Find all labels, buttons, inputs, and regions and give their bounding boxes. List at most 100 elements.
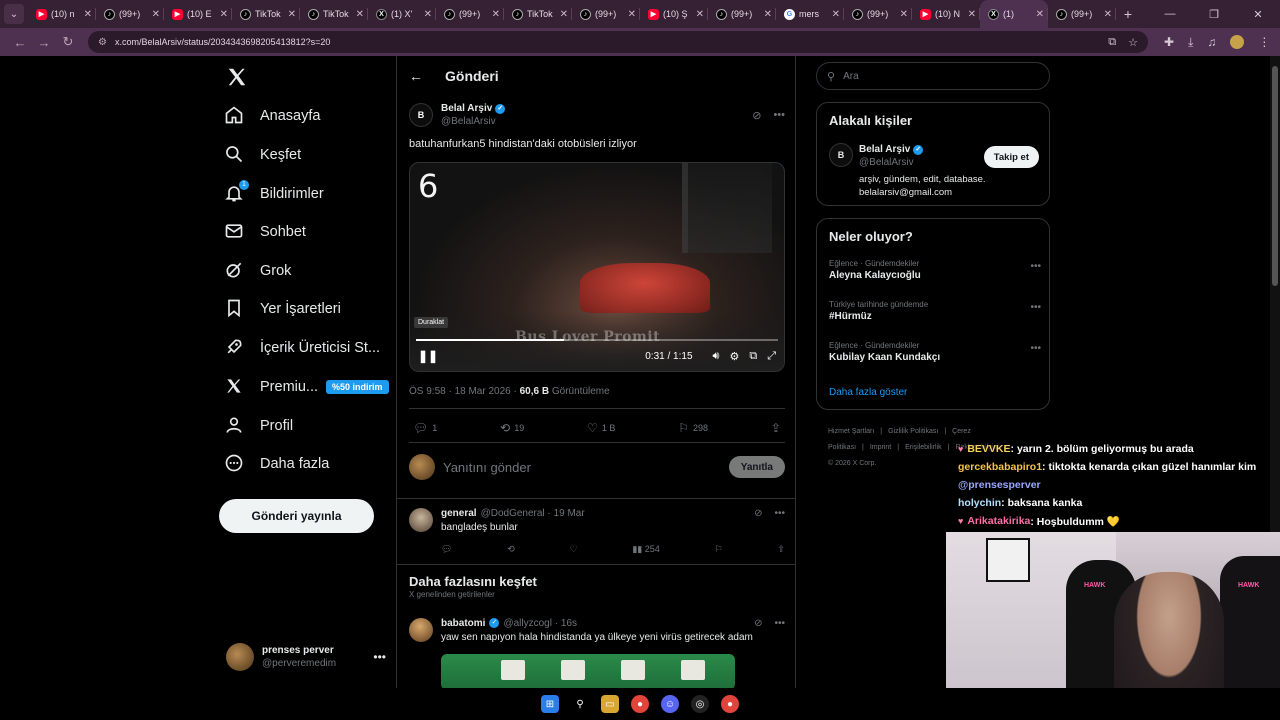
close-icon[interactable]: ✕: [492, 9, 500, 20]
sidebar-item-more-circle[interactable]: Daha fazla: [224, 446, 329, 482]
more-dots-icon[interactable]: •••: [1030, 261, 1041, 272]
browser-tab[interactable]: ♪ TikTok ✕: [232, 0, 300, 28]
browser-tab[interactable]: ♪ (99+) ✕: [708, 0, 776, 28]
discord-icon[interactable]: ☺: [661, 695, 679, 713]
footer-link[interactable]: Gizlilik Politikası: [888, 428, 938, 435]
like-stat[interactable]: ♡ 1 B: [587, 421, 615, 435]
repost-icon[interactable]: ⟲: [507, 544, 515, 555]
close-icon[interactable]: ✕: [628, 9, 636, 20]
more-dots-icon[interactable]: •••: [773, 109, 785, 122]
obs-icon[interactable]: ◎: [691, 695, 709, 713]
avatar[interactable]: B: [829, 143, 853, 167]
show-more-link[interactable]: Daha fazla göster: [829, 387, 907, 398]
views-stat[interactable]: ▮▮ 254: [632, 544, 659, 555]
rec-author[interactable]: babatomi: [441, 618, 485, 629]
reload-icon[interactable]: ↻: [56, 34, 80, 50]
footer-link[interactable]: Imprint: [870, 444, 891, 451]
close-icon[interactable]: ✕: [84, 9, 92, 20]
browser-tab[interactable]: ▶ (10) N ✕: [912, 0, 980, 28]
author-avatar[interactable]: B: [409, 103, 433, 127]
new-tab-button[interactable]: +: [1116, 6, 1140, 22]
sidebar-item-mail[interactable]: Sohbet: [224, 214, 306, 250]
more-dots-icon[interactable]: •••: [774, 508, 785, 519]
search-input[interactable]: ⚲ Ara: [816, 62, 1050, 90]
star-icon[interactable]: ☆: [1128, 36, 1138, 49]
reply-button[interactable]: Yanıtla: [728, 456, 785, 478]
install-app-icon[interactable]: ⧉: [1108, 36, 1116, 49]
rec-image[interactable]: [441, 654, 735, 690]
browser-tab[interactable]: ▶ (10) E ✕: [164, 0, 232, 28]
share-stat[interactable]: ⇪: [771, 421, 781, 435]
reply-author[interactable]: general: [441, 508, 477, 519]
post-button[interactable]: Gönderi yayınla: [219, 499, 374, 533]
sidebar-item-home[interactable]: Anasayfa: [224, 98, 320, 134]
video-player[interactable]: 6 Bus Lover Promit Duraklat ❚❚ 0:31 / 1:…: [409, 162, 785, 372]
author-handle[interactable]: @BelalArsiv: [441, 115, 505, 128]
pause-icon[interactable]: ❚❚: [418, 349, 438, 363]
extensions-icon[interactable]: ✚: [1164, 35, 1174, 49]
sidebar-item-person[interactable]: Profil: [224, 408, 293, 444]
back-arrow-icon[interactable]: ←: [8, 35, 32, 50]
more-dots-icon[interactable]: •••: [774, 618, 785, 629]
close-icon[interactable]: ✕: [220, 9, 228, 20]
pip-icon[interactable]: ⧉: [749, 350, 757, 363]
post-time[interactable]: ÖS 9:58 · 18 Mar 2026 ·: [409, 386, 520, 397]
fullscreen-icon[interactable]: ⤢: [767, 350, 776, 363]
back-arrow-icon[interactable]: ←: [409, 68, 433, 84]
reply-post[interactable]: general @DodGeneral · 19 Mar ⊘ ••• bangla…: [409, 506, 785, 562]
address-bar[interactable]: ⚙ x.com/BelalArsiv/status/20343436982054…: [88, 31, 1148, 53]
browser-tab[interactable]: ♪ TikTok ✕: [504, 0, 572, 28]
browser-tab[interactable]: Gmers ✕: [776, 0, 844, 28]
trend-item[interactable]: Türkiye tarihinde gündemde #Hürmüz •••: [829, 300, 1041, 322]
reply-stat[interactable]: 💬︎ 1: [413, 421, 437, 435]
media-control-icon[interactable]: ♫: [1207, 35, 1216, 49]
chrome-icon[interactable]: ●: [721, 695, 739, 713]
account-switcher[interactable]: prenses perver @perveremedim •••: [226, 642, 386, 672]
repost-stat[interactable]: ⟲ 19: [500, 421, 524, 435]
browser-tab[interactable]: ♪ (99+) ✕: [436, 0, 504, 28]
follow-button[interactable]: Takip et: [983, 146, 1039, 168]
close-icon[interactable]: ✕: [764, 9, 772, 20]
minimize-button[interactable]: —: [1148, 8, 1192, 21]
trend-item[interactable]: Eğlence · Gündemdekiler Aleyna Kalaycıoğl…: [829, 259, 1041, 281]
sidebar-item-bell[interactable]: 1 Bildirimler: [224, 176, 324, 212]
share-icon[interactable]: ⇪: [777, 544, 785, 555]
profile-avatar[interactable]: [1230, 35, 1245, 49]
close-icon[interactable]: ✕: [900, 9, 908, 20]
browser-tab[interactable]: ♪ (99+) ✕: [96, 0, 164, 28]
volume-icon[interactable]: 🔊︎: [713, 350, 720, 363]
close-icon[interactable]: ✕: [832, 9, 840, 20]
grok-icon[interactable]: ⊘: [754, 508, 762, 519]
related-name[interactable]: Belal Arşiv: [859, 143, 910, 156]
browser-tab[interactable]: X (1) X' ✕: [368, 0, 436, 28]
avatar[interactable]: [409, 508, 433, 532]
sidebar-item-grok[interactable]: Grok: [224, 253, 291, 289]
sidebar-item-rocket[interactable]: İçerik Üreticisi St...: [224, 330, 380, 366]
forward-arrow-icon[interactable]: →: [32, 35, 56, 50]
sidebar-item-bookmark[interactable]: Yer İşaretleri: [224, 291, 341, 327]
bookmark-stat[interactable]: ⚐ 298: [678, 421, 708, 435]
close-icon[interactable]: ✕: [288, 9, 296, 20]
tab-search-button[interactable]: ⌄: [4, 4, 24, 24]
browser-tab[interactable]: ♪ (99+) ✕: [844, 0, 912, 28]
grok-icon[interactable]: ⊘: [752, 109, 761, 122]
browser-tab[interactable]: ♪ (99+) ✕: [572, 0, 640, 28]
close-icon[interactable]: ✕: [356, 9, 364, 20]
sidebar-item-x-premium[interactable]: Premiu... %50 indirim: [224, 369, 389, 405]
folder-icon[interactable]: ▭: [601, 695, 619, 713]
trend-item[interactable]: Eğlence · Gündemdekiler Kubilay Kaan Kund…: [829, 341, 1041, 363]
browser-tab[interactable]: ▶ (10) Ş ✕: [640, 0, 708, 28]
close-icon[interactable]: ✕: [1036, 9, 1044, 20]
browser-tab[interactable]: ♪ TikTok ✕: [300, 0, 368, 28]
more-dots-icon[interactable]: •••: [1030, 343, 1041, 354]
scrollbar-thumb[interactable]: [1272, 66, 1278, 286]
heart-icon[interactable]: ♡: [570, 544, 578, 555]
close-window-button[interactable]: ✕: [1236, 8, 1280, 21]
browser-menu-icon[interactable]: ⋮: [1258, 35, 1270, 49]
chrome-icon[interactable]: ●: [631, 695, 649, 713]
settings-icon[interactable]: ⚙: [729, 350, 739, 363]
footer-link[interactable]: Erişilebilirlik: [905, 444, 942, 451]
reply-icon[interactable]: 💬︎: [441, 544, 452, 555]
footer-link[interactable]: Hizmet Şartları: [828, 428, 874, 435]
more-dots-icon[interactable]: •••: [1030, 302, 1041, 313]
